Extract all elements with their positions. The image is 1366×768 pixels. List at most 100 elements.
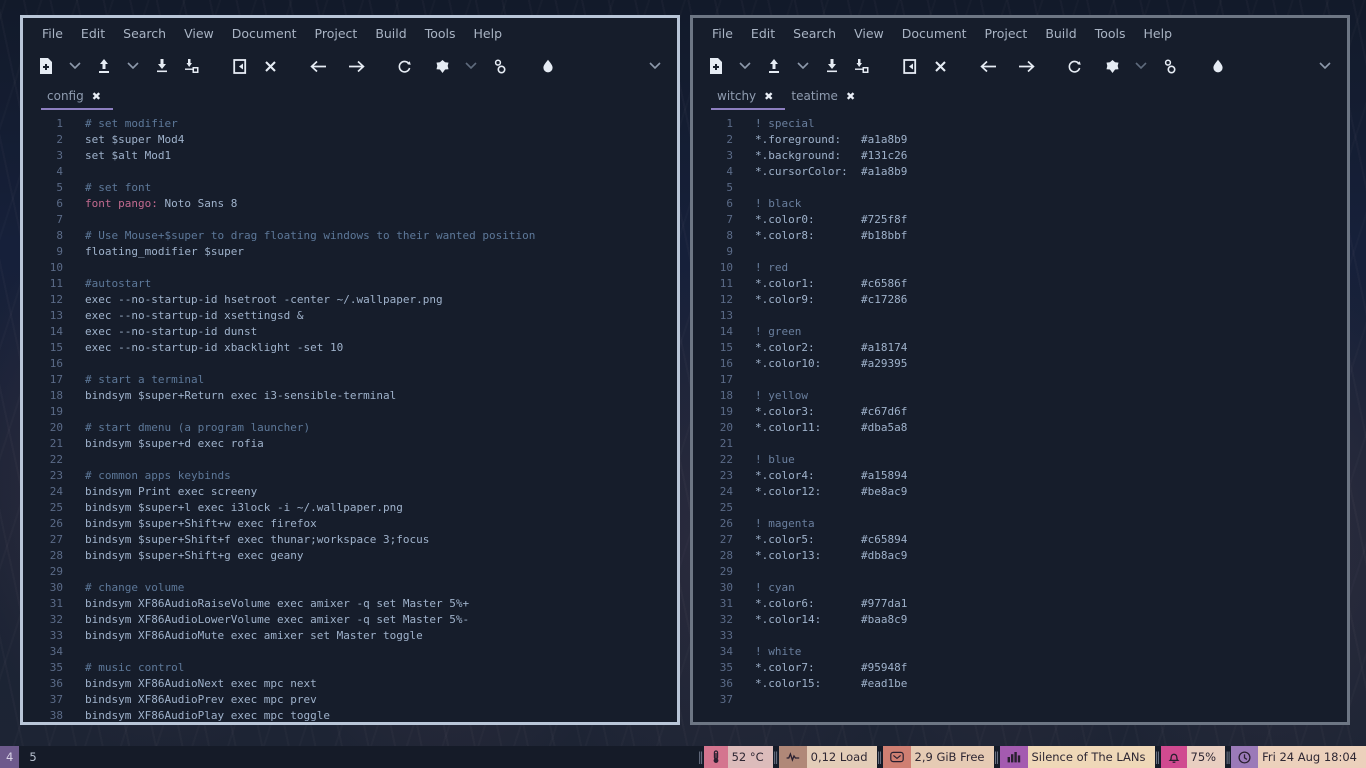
chevron-down-icon[interactable]	[1131, 54, 1151, 78]
preferences-icon[interactable]	[489, 54, 511, 78]
menu-file[interactable]: File	[33, 23, 72, 44]
preferences-icon[interactable]	[1159, 54, 1181, 78]
line-text[interactable]: ! special	[737, 116, 815, 132]
line-text[interactable]: *.cursorColor: #a1a8b9	[737, 164, 907, 180]
editor-left[interactable]: 1 # set modifier 2 set $super Mod4 3 set $alt…	[23, 110, 677, 722]
line-text[interactable]: *.color14: #baa8c9	[737, 612, 907, 628]
close-icon[interactable]: ✖	[92, 90, 101, 103]
save-document-icon[interactable]	[821, 54, 843, 78]
menu-document[interactable]: Document	[893, 23, 976, 44]
line-text[interactable]: *.color10: #a29395	[737, 356, 907, 372]
menu-view[interactable]: View	[845, 23, 893, 44]
line-text[interactable]: *.color0: #725f8f	[737, 212, 907, 228]
line-text[interactable]: exec --no-startup-id xbacklight -set 10	[67, 340, 343, 356]
tab-witchy[interactable]: witchy ✖	[711, 84, 786, 110]
line-text[interactable]: set $super Mod4	[67, 132, 184, 148]
line-text[interactable]: bindsym $super+Shift+g exec geany	[67, 548, 304, 564]
line-text[interactable]: # Use Mouse+$super to drag floating wind…	[67, 228, 535, 244]
line-text[interactable]: *.color9: #c17286	[737, 292, 907, 308]
close-icon[interactable]: ✖	[764, 90, 773, 103]
revert-icon[interactable]	[229, 54, 251, 78]
line-text[interactable]: # set modifier	[67, 116, 178, 132]
line-text[interactable]: *.color15: #ead1be	[737, 676, 907, 692]
line-text[interactable]	[67, 644, 85, 660]
line-text[interactable]: # common apps keybinds	[67, 468, 231, 484]
line-text[interactable]: floating_modifier $super	[67, 244, 244, 260]
geany-window-left[interactable]: File Edit Search View Document Project B…	[20, 15, 680, 725]
line-text[interactable]: set $alt Mod1	[67, 148, 171, 164]
line-text[interactable]: *.color3: #c67d6f	[737, 404, 907, 420]
line-text[interactable]: # start a terminal	[67, 372, 204, 388]
line-text[interactable]: bindsym XF86AudioMute exec amixer set Ma…	[67, 628, 423, 644]
status-block-now-playing[interactable]: Silence of The LANs	[999, 746, 1155, 768]
menu-search[interactable]: Search	[114, 23, 175, 44]
line-text[interactable]: *.color13: #db8ac9	[737, 548, 907, 564]
chevron-down-icon[interactable]	[793, 54, 813, 78]
tabbar-left[interactable]: config ✖	[23, 84, 677, 110]
line-text[interactable]	[737, 628, 755, 644]
line-text[interactable]: ! black	[737, 196, 801, 212]
line-text[interactable]	[67, 356, 85, 372]
back-arrow-icon[interactable]	[307, 54, 329, 78]
line-text[interactable]: font pango: Noto Sans 8	[67, 196, 237, 212]
line-text[interactable]: *.color5: #c65894	[737, 532, 907, 548]
line-text[interactable]: *.foreground: #a1a8b9	[737, 132, 907, 148]
status-block-temperature[interactable]: 52 °C	[703, 746, 773, 768]
menu-view[interactable]: View	[175, 23, 223, 44]
line-text[interactable]: *.color1: #c6586f	[737, 276, 907, 292]
line-text[interactable]: *.color2: #a18174	[737, 340, 907, 356]
line-text[interactable]	[737, 436, 755, 452]
line-text[interactable]	[67, 564, 85, 580]
chevron-down-icon[interactable]	[461, 54, 481, 78]
i3-statusbar[interactable]: 4 5 ‖ 52 °C ‖ 0,12 Load ‖ 2,9 GiB Free ‖ Silenc…	[0, 746, 1366, 768]
editor-right[interactable]: 1 ! special 2 *.foreground: #a1a8b9 3 *.backg…	[693, 110, 1347, 722]
menu-search[interactable]: Search	[784, 23, 845, 44]
chevron-down-icon[interactable]	[123, 54, 143, 78]
chevron-down-icon[interactable]	[735, 54, 755, 78]
save-all-icon[interactable]	[851, 54, 873, 78]
menu-file[interactable]: File	[703, 23, 742, 44]
status-block-volume[interactable]: 75%	[1160, 746, 1226, 768]
forward-arrow-icon[interactable]	[345, 54, 367, 78]
color-picker-icon[interactable]	[537, 54, 559, 78]
tabbar-right[interactable]: witchy ✖ teatime ✖	[693, 84, 1347, 110]
status-block-cpu-load[interactable]: 0,12 Load	[778, 746, 877, 768]
line-text[interactable]: *.color11: #dba5a8	[737, 420, 907, 436]
line-text[interactable]: # set font	[67, 180, 151, 196]
menu-help[interactable]: Help	[465, 23, 512, 44]
open-document-icon[interactable]	[763, 54, 785, 78]
new-document-icon[interactable]	[35, 54, 57, 78]
line-text[interactable]: bindsym $super+Return exec i3-sensible-t…	[67, 388, 396, 404]
build-icon[interactable]	[431, 54, 453, 78]
tab-config[interactable]: config ✖	[41, 84, 113, 110]
geany-window-right[interactable]: File Edit Search View Document Project B…	[690, 15, 1350, 725]
revert-icon[interactable]	[899, 54, 921, 78]
line-text[interactable]	[737, 564, 755, 580]
line-text[interactable]: *.color7: #95948f	[737, 660, 907, 676]
line-text[interactable]: *.color4: #a15894	[737, 468, 907, 484]
line-text[interactable]: exec --no-startup-id dunst	[67, 324, 257, 340]
toolbar-overflow-icon[interactable]	[1315, 54, 1335, 78]
chevron-down-icon[interactable]	[65, 54, 85, 78]
menu-build[interactable]: Build	[1036, 23, 1085, 44]
line-text[interactable]: *.color6: #977da1	[737, 596, 907, 612]
line-text[interactable]: bindsym XF86AudioNext exec mpc next	[67, 676, 317, 692]
line-text[interactable]: # change volume	[67, 580, 184, 596]
line-text[interactable]: bindsym Print exec screeny	[67, 484, 257, 500]
menu-document[interactable]: Document	[223, 23, 306, 44]
line-text[interactable]: exec --no-startup-id hsetroot -center ~/…	[67, 292, 443, 308]
line-text[interactable]	[737, 692, 755, 708]
line-text[interactable]: ! green	[737, 324, 801, 340]
line-text[interactable]: ! white	[737, 644, 801, 660]
line-text[interactable]: bindsym XF86AudioPrev exec mpc prev	[67, 692, 317, 708]
menubar-left[interactable]: File Edit Search View Document Project B…	[23, 18, 677, 48]
line-text[interactable]: bindsym XF86AudioLowerVolume exec amixer…	[67, 612, 469, 628]
line-text[interactable]: ! blue	[737, 452, 795, 468]
back-arrow-icon[interactable]	[977, 54, 999, 78]
line-text[interactable]: *.background: #131c26	[737, 148, 907, 164]
line-text[interactable]: *.color8: #b18bbf	[737, 228, 907, 244]
line-text[interactable]: bindsym $super+d exec rofia	[67, 436, 264, 452]
close-icon[interactable]: ✖	[846, 90, 855, 103]
toolbar-right[interactable]	[693, 48, 1347, 84]
menu-help[interactable]: Help	[1135, 23, 1182, 44]
